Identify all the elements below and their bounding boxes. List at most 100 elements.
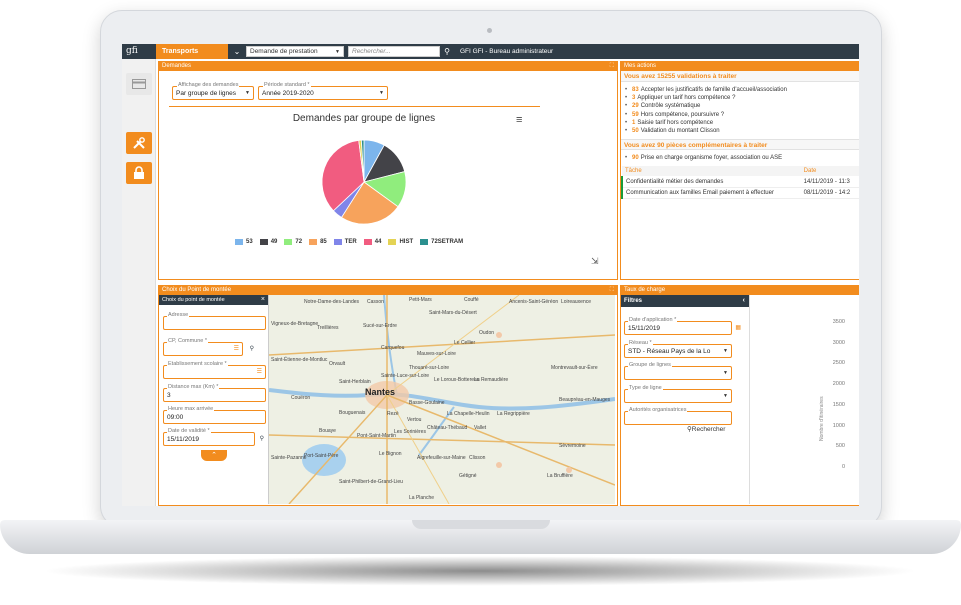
- top-bar: gfi Transports Publics ⌄ Demande de pres…: [122, 44, 859, 70]
- distance-field[interactable]: Distance max (Km) * 3: [163, 384, 266, 402]
- type-select[interactable]: Type de ligne ▼: [624, 385, 732, 403]
- action-text: Hors compétence, poursuivre ?: [640, 111, 725, 118]
- map-label: Vigneux-de-Bretagne: [271, 321, 319, 327]
- commune-field[interactable]: CP, Commune * ☰ ⚲: [163, 338, 254, 356]
- search-icon[interactable]: ⚲: [260, 435, 264, 442]
- caret-down-icon: ▼: [379, 90, 384, 96]
- periode-select[interactable]: Période standard * Année 2019-2020 ▼: [258, 82, 388, 100]
- legend-item[interactable]: 53: [235, 239, 253, 245]
- point-montee-form: Choix du point de montée × Adresse CP, C…: [159, 295, 269, 504]
- legend-swatch: [363, 239, 372, 245]
- sidebar: [122, 59, 156, 506]
- map[interactable]: Notre-Dame-des-Landes Casson Petit-Mars …: [269, 295, 615, 504]
- action-item[interactable]: 90Prise en charge organisme foyer, assoc…: [625, 154, 859, 162]
- action-item[interactable]: 1Saisie tarif hors compétence: [625, 119, 859, 127]
- y-tick-label: 3000: [832, 339, 845, 346]
- date-field[interactable]: Date de validité * 15/11/2019 ⚲: [163, 428, 264, 446]
- caret-down-icon: ▼: [723, 370, 728, 376]
- action-item[interactable]: 59Hors compétence, poursuivre ?: [625, 111, 859, 119]
- map-label: Sainte-Luce-sur-Loire: [381, 373, 430, 379]
- tools-icon[interactable]: [126, 132, 152, 154]
- table-row[interactable]: Communication aux familles Email paiemen…: [621, 187, 859, 199]
- distance-value: 3: [167, 392, 171, 399]
- map-label: Vallet: [474, 425, 487, 431]
- legend-label: 72SETRAM: [431, 239, 464, 245]
- map-label: La Bruffière: [547, 473, 573, 479]
- legend-item[interactable]: 85: [309, 239, 327, 245]
- date-application-field[interactable]: Date d'application * 15/11/2019 ▦: [624, 317, 741, 335]
- legend-item[interactable]: 72: [284, 239, 302, 245]
- chart-legend: 53 49 72 85 TER 44 HIST 72SETRAM: [235, 239, 463, 245]
- legend-label: 72: [295, 239, 303, 245]
- search-icon[interactable]: ⚲: [440, 44, 454, 59]
- affichage-select[interactable]: Affichage des demandes Par groupe de lig…: [172, 82, 254, 100]
- list-icon[interactable]: ☰: [257, 368, 262, 375]
- user-label[interactable]: GFI GFI - Bureau administrateur: [454, 44, 553, 59]
- chevron-down-icon[interactable]: ⌄: [228, 44, 246, 59]
- map-label: Les Sorinières: [394, 429, 426, 435]
- search-input[interactable]: Rechercher...: [348, 46, 440, 57]
- legend-swatch: [259, 239, 268, 245]
- actions-title: Mes actions: [624, 63, 657, 69]
- map-label: Loireauxence: [561, 299, 592, 305]
- legend-item[interactable]: 49: [259, 239, 277, 245]
- distance-label: Distance max (Km) *: [167, 384, 220, 390]
- action-text: Contrôle systématique: [640, 103, 701, 110]
- task-header[interactable]: Tâche: [622, 166, 801, 177]
- legend-item[interactable]: 72SETRAM: [420, 239, 463, 245]
- action-text: Accepter les justificatifs de famille d'…: [640, 87, 787, 93]
- y-tick-label: 500: [835, 443, 845, 450]
- legend-item[interactable]: TER: [333, 239, 357, 245]
- heure-value: 09:00: [167, 414, 184, 421]
- service-select[interactable]: Demande de prestation ▼: [246, 46, 344, 57]
- map-label: Ancenis-Saint-Géréon: [509, 299, 559, 305]
- affichage-label: Affichage des demandes: [177, 82, 240, 88]
- menu-icon[interactable]: ≡: [516, 114, 522, 126]
- expand-icon[interactable]: ⛶: [610, 286, 614, 295]
- screen: gfi Transports Publics ⌄ Demande de pres…: [122, 44, 859, 506]
- etablissement-field[interactable]: Etablissement scolaire * ☰: [163, 361, 266, 379]
- reseau-value: STD - Réseau Pays de la Lo: [628, 348, 711, 355]
- adresse-field[interactable]: Adresse: [163, 312, 266, 330]
- divider: [169, 106, 540, 107]
- action-count: 50: [632, 128, 639, 135]
- heure-field[interactable]: Heure max arrivée 09:00: [163, 406, 266, 424]
- close-icon[interactable]: ×: [261, 295, 265, 305]
- validations-list: 83Accepter les justificatifs de famille …: [621, 82, 859, 139]
- autorites-field[interactable]: Autorités organisatrices: [624, 407, 732, 425]
- legend-swatch: [420, 239, 429, 245]
- groupe-select[interactable]: Groupe de lignes ▼: [624, 362, 732, 380]
- table-row[interactable]: Confidentialité métier des demandes 14/1…: [621, 176, 859, 188]
- module-title[interactable]: Transports Publics: [156, 44, 228, 70]
- action-item[interactable]: 83Accepter les justificatifs de famille …: [625, 86, 859, 94]
- search-icon[interactable]: ⚲: [250, 345, 254, 352]
- reseau-select[interactable]: Réseau * STD - Réseau Pays de la Lo ▼: [624, 340, 732, 358]
- action-item[interactable]: 29Contrôle systématique: [625, 102, 859, 110]
- demandes-title: Demandes: [162, 63, 192, 69]
- map-label: Oudon: [479, 330, 495, 336]
- date-header[interactable]: Date: [800, 166, 859, 177]
- expand-icon[interactable]: ⛶: [610, 62, 614, 71]
- affichage-value: Par groupe de lignes: [176, 90, 236, 97]
- action-item[interactable]: 3Appliquer un tarif hors compétence ?: [625, 94, 859, 102]
- y-tick-label: 0: [841, 463, 845, 470]
- collapse-button[interactable]: ⌃: [201, 450, 227, 461]
- action-item[interactable]: 50Validation du montant Clisson: [625, 127, 859, 135]
- map-label: Couëron: [291, 395, 311, 401]
- card-icon[interactable]: [126, 73, 152, 95]
- validations-title: Vous avez 15255 validations à traiter: [621, 71, 859, 82]
- legend-item[interactable]: HIST: [388, 239, 413, 245]
- camera-icon: [487, 28, 492, 33]
- caret-down-icon: ▼: [245, 90, 250, 96]
- rechercher-button[interactable]: ⚲Rechercher: [687, 425, 725, 433]
- map-label: Sucé-sur-Erdre: [363, 323, 397, 329]
- map-label: Aigrefeuille-sur-Maine: [417, 455, 466, 461]
- calendar-icon[interactable]: ▦: [735, 324, 741, 331]
- action-count: 1: [632, 119, 636, 126]
- map-label: Saint-Herblain: [339, 379, 371, 385]
- legend-item[interactable]: 44: [363, 239, 381, 245]
- list-icon[interactable]: ☰: [234, 345, 239, 352]
- lock-icon[interactable]: [126, 162, 152, 184]
- adresse-label: Adresse: [167, 312, 190, 318]
- chevron-left-icon[interactable]: ‹: [743, 295, 745, 307]
